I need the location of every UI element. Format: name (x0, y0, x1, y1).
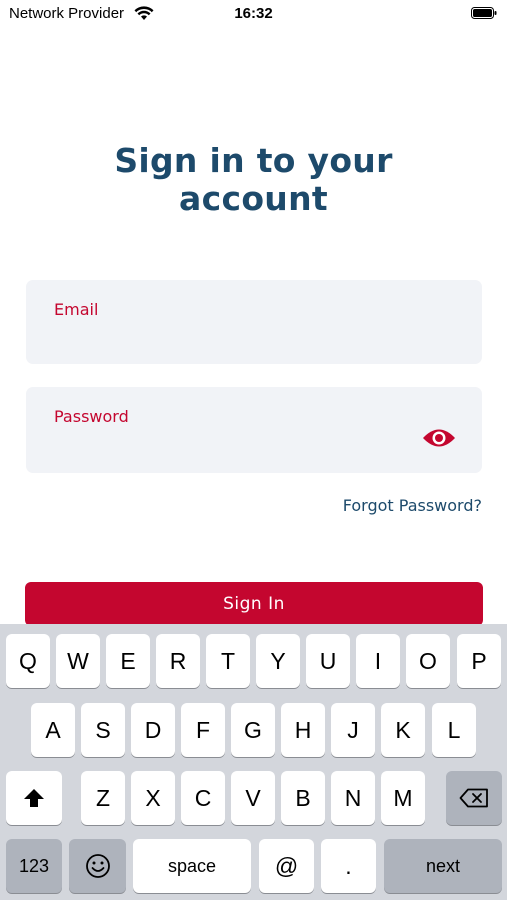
forgot-password-link[interactable]: Forgot Password? (343, 496, 482, 515)
key-g[interactable]: G (231, 703, 275, 757)
key-o[interactable]: O (406, 634, 450, 688)
status-bar: Network Provider 16:32 (0, 0, 507, 28)
emoji-key[interactable] (69, 839, 126, 893)
password-input[interactable] (54, 431, 438, 459)
email-label: Email (54, 300, 99, 319)
key-z[interactable]: Z (81, 771, 125, 825)
shift-key[interactable] (6, 771, 62, 825)
delete-key[interactable] (446, 771, 502, 825)
key-n[interactable]: N (331, 771, 375, 825)
key-p[interactable]: P (457, 634, 501, 688)
key-u[interactable]: U (306, 634, 350, 688)
key-w[interactable]: W (56, 634, 100, 688)
key-h[interactable]: H (281, 703, 325, 757)
key-y[interactable]: Y (256, 634, 300, 688)
key-i[interactable]: I (356, 634, 400, 688)
key-f[interactable]: F (181, 703, 225, 757)
next-key[interactable]: next (384, 839, 502, 893)
page-title-line1: Sign in to your (114, 141, 393, 180)
key-j[interactable]: J (331, 703, 375, 757)
dot-key[interactable]: . (321, 839, 376, 893)
backspace-icon (459, 788, 488, 808)
key-q[interactable]: Q (6, 634, 50, 688)
key-s[interactable]: S (81, 703, 125, 757)
page-title-line2: account (179, 179, 328, 218)
key-k[interactable]: K (381, 703, 425, 757)
key-b[interactable]: B (281, 771, 325, 825)
password-field[interactable]: Password (26, 387, 482, 473)
keyboard: Q W E R T Y U I O P A S D F G H J K L Z … (0, 624, 507, 900)
key-d[interactable]: D (131, 703, 175, 757)
shift-icon (24, 789, 44, 807)
sign-in-button[interactable]: Sign In (25, 582, 483, 626)
status-time: 16:32 (234, 5, 273, 22)
numbers-key[interactable]: 123 (6, 839, 62, 893)
key-c[interactable]: C (181, 771, 225, 825)
emoji-icon (85, 854, 110, 878)
page-title: Sign in to your account (0, 142, 507, 218)
key-m[interactable]: M (381, 771, 425, 825)
key-a[interactable]: A (31, 703, 75, 757)
key-v[interactable]: V (231, 771, 275, 825)
space-key[interactable]: space (133, 839, 251, 893)
key-x[interactable]: X (131, 771, 175, 825)
password-label: Password (54, 407, 129, 426)
battery-icon (471, 7, 497, 19)
key-e[interactable]: E (106, 634, 150, 688)
key-r[interactable]: R (156, 634, 200, 688)
eye-icon[interactable] (422, 427, 456, 449)
key-t[interactable]: T (206, 634, 250, 688)
key-l[interactable]: L (432, 703, 476, 757)
at-key[interactable]: @ (259, 839, 314, 893)
email-input[interactable] (54, 324, 438, 352)
email-field[interactable]: Email (26, 280, 482, 364)
